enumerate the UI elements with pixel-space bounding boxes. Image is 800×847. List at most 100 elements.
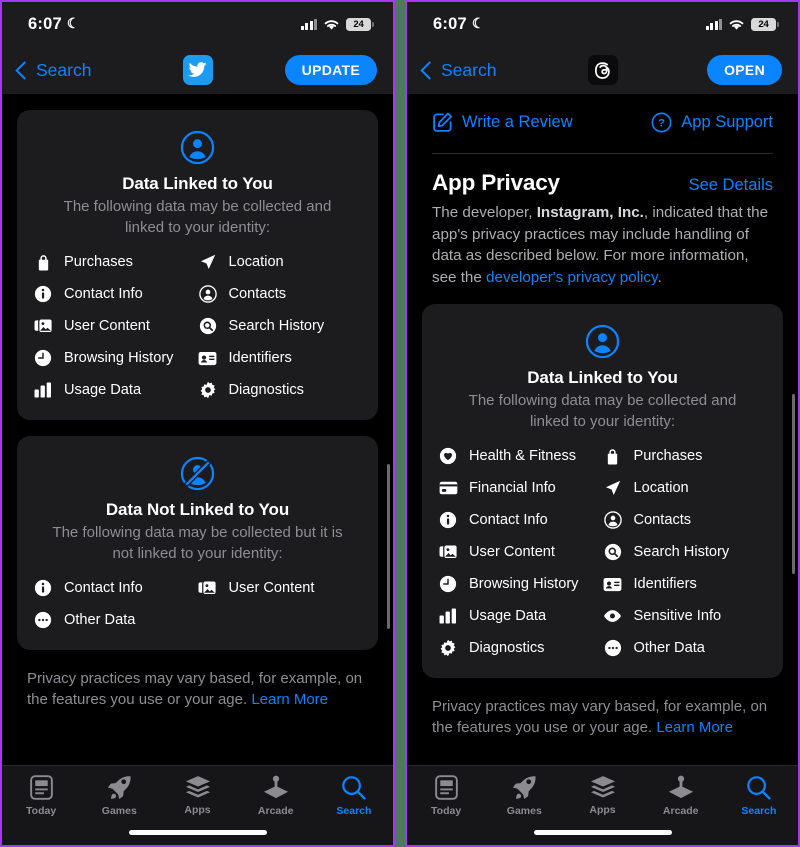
list-item: User Content <box>438 542 603 562</box>
list-item: Usage Data <box>438 606 603 626</box>
comparison-screenshot: 6:07 ☾ 24 Search UPDATE Data Linked to Y… <box>0 0 800 847</box>
back-button[interactable]: Search <box>420 59 497 81</box>
panel-divider <box>393 0 407 847</box>
person-circle-icon <box>438 324 767 359</box>
list-item-label: Purchases <box>633 448 703 464</box>
list-item: Location <box>198 252 363 272</box>
photo-stack-icon <box>33 316 53 336</box>
bar-chart-icon <box>438 606 458 626</box>
list-item: Browsing History <box>438 574 603 594</box>
rocket-icon <box>107 776 131 800</box>
info-circle-icon <box>33 284 53 304</box>
tab-apps[interactable]: Apps <box>158 775 236 816</box>
tab-label: Games <box>506 805 542 817</box>
list-item: Contacts <box>198 284 363 304</box>
tab-games[interactable]: Games <box>80 775 158 817</box>
list-item-label: User Content <box>228 580 315 596</box>
ellipsis-circle-icon <box>33 610 53 630</box>
scroll-content[interactable]: Write a Review ? App Support App Privacy… <box>407 94 798 749</box>
status-indicators: 24 <box>705 17 779 31</box>
search-icon <box>342 776 367 800</box>
tab-today[interactable]: Today <box>407 775 485 817</box>
back-button-label: Search <box>441 59 497 80</box>
list-item: Diagnostics <box>198 380 363 400</box>
list-item-label: Other Data <box>64 612 136 628</box>
scrollbar-thumb[interactable] <box>387 464 390 629</box>
desc-part-3: . <box>657 268 662 286</box>
tab-search[interactable]: Search <box>315 775 393 817</box>
tab-label: Apps <box>184 804 211 816</box>
tab-label: Games <box>101 805 137 817</box>
clock-icon <box>33 348 53 368</box>
person-circle-icon <box>603 510 623 530</box>
location-arrow-icon <box>198 252 218 272</box>
photo-stack-icon <box>198 578 218 598</box>
list-item-label: Contact Info <box>64 580 143 596</box>
update-button[interactable]: UPDATE <box>284 55 377 85</box>
battery-indicator: 24 <box>751 17 779 31</box>
gear-icon <box>198 380 218 400</box>
list-item: Contact Info <box>438 510 603 530</box>
list-item-label: Contact Info <box>64 286 143 302</box>
tab-today[interactable]: Today <box>2 775 80 817</box>
tab-search[interactable]: Search <box>720 775 798 817</box>
heart-circle-icon <box>438 446 458 466</box>
write-a-review-button[interactable]: Write a Review <box>432 112 573 133</box>
person-circle-slash-icon <box>33 456 362 491</box>
list-item-label: Diagnostics <box>469 640 545 656</box>
tab-arcade[interactable]: Arcade <box>642 775 720 817</box>
tab-bar: Today Games Apps Arcade Search <box>2 765 393 845</box>
scroll-content[interactable]: Data Linked to You The following data ma… <box>2 94 393 769</box>
list-item-label: Browsing History <box>469 576 579 592</box>
scrollbar-thumb[interactable] <box>792 394 795 574</box>
page-title: App Privacy <box>432 170 560 195</box>
tab-label: Search <box>336 805 372 817</box>
search-icon <box>747 776 772 800</box>
data-item-grid: Purchases Location Contact Info Contacts… <box>33 252 362 400</box>
learn-more-link[interactable]: Learn More <box>656 719 733 736</box>
list-item: Identifiers <box>198 348 363 368</box>
card-subtitle: The following data may be collected but … <box>52 524 343 562</box>
threads-icon[interactable] <box>587 55 618 85</box>
open-button[interactable]: OPEN <box>707 55 782 85</box>
list-item: Location <box>603 478 768 498</box>
list-item-label: Usage Data <box>64 382 142 398</box>
tab-label: Today <box>431 805 462 817</box>
list-item: Sensitive Info <box>603 606 768 626</box>
tab-games[interactable]: Games <box>485 775 563 817</box>
card-subtitle: The following data may be collected and … <box>468 392 737 430</box>
list-item: Other Data <box>33 610 198 630</box>
tab-arcade[interactable]: Arcade <box>237 775 315 817</box>
status-bar: 6:07 ☾ 24 <box>2 2 393 46</box>
list-item-label: Purchases <box>64 254 133 270</box>
back-button[interactable]: Search <box>15 59 92 81</box>
bag-icon <box>33 252 53 272</box>
list-item-label: Diagnostics <box>228 382 304 398</box>
twitter-bird-icon[interactable] <box>182 55 213 85</box>
info-circle-icon <box>438 510 458 530</box>
list-item-label: Contacts <box>633 512 692 528</box>
data-item-grid: Contact Info User Content Other Data <box>33 578 362 630</box>
tab-apps[interactable]: Apps <box>563 775 641 816</box>
list-item-label: Health & Fitness <box>469 448 577 464</box>
list-item: User Content <box>33 316 198 336</box>
list-item: Browsing History <box>33 348 198 368</box>
privacy-policy-link[interactable]: developer's privacy policy <box>486 269 657 286</box>
nav-bar: Search OPEN <box>407 46 798 94</box>
tab-label: Search <box>741 805 777 817</box>
gear-icon <box>438 638 458 658</box>
list-item-label: User Content <box>469 544 555 560</box>
status-time-text: 6:07 <box>433 14 467 33</box>
back-button-label: Search <box>36 59 92 80</box>
developer-name: Instagram, Inc. <box>536 204 644 221</box>
see-details-link[interactable]: See Details <box>689 176 773 195</box>
app-support-button[interactable]: ? App Support <box>651 112 773 133</box>
learn-more-link[interactable]: Learn More <box>251 691 328 708</box>
list-item-label: Location <box>633 480 689 496</box>
id-card-icon <box>603 574 623 594</box>
card-title: Data Linked to You <box>527 368 678 387</box>
list-item: Purchases <box>33 252 198 272</box>
list-item-label: Contacts <box>228 286 287 302</box>
action-label: Write a Review <box>462 113 573 131</box>
wifi-icon <box>324 19 339 30</box>
